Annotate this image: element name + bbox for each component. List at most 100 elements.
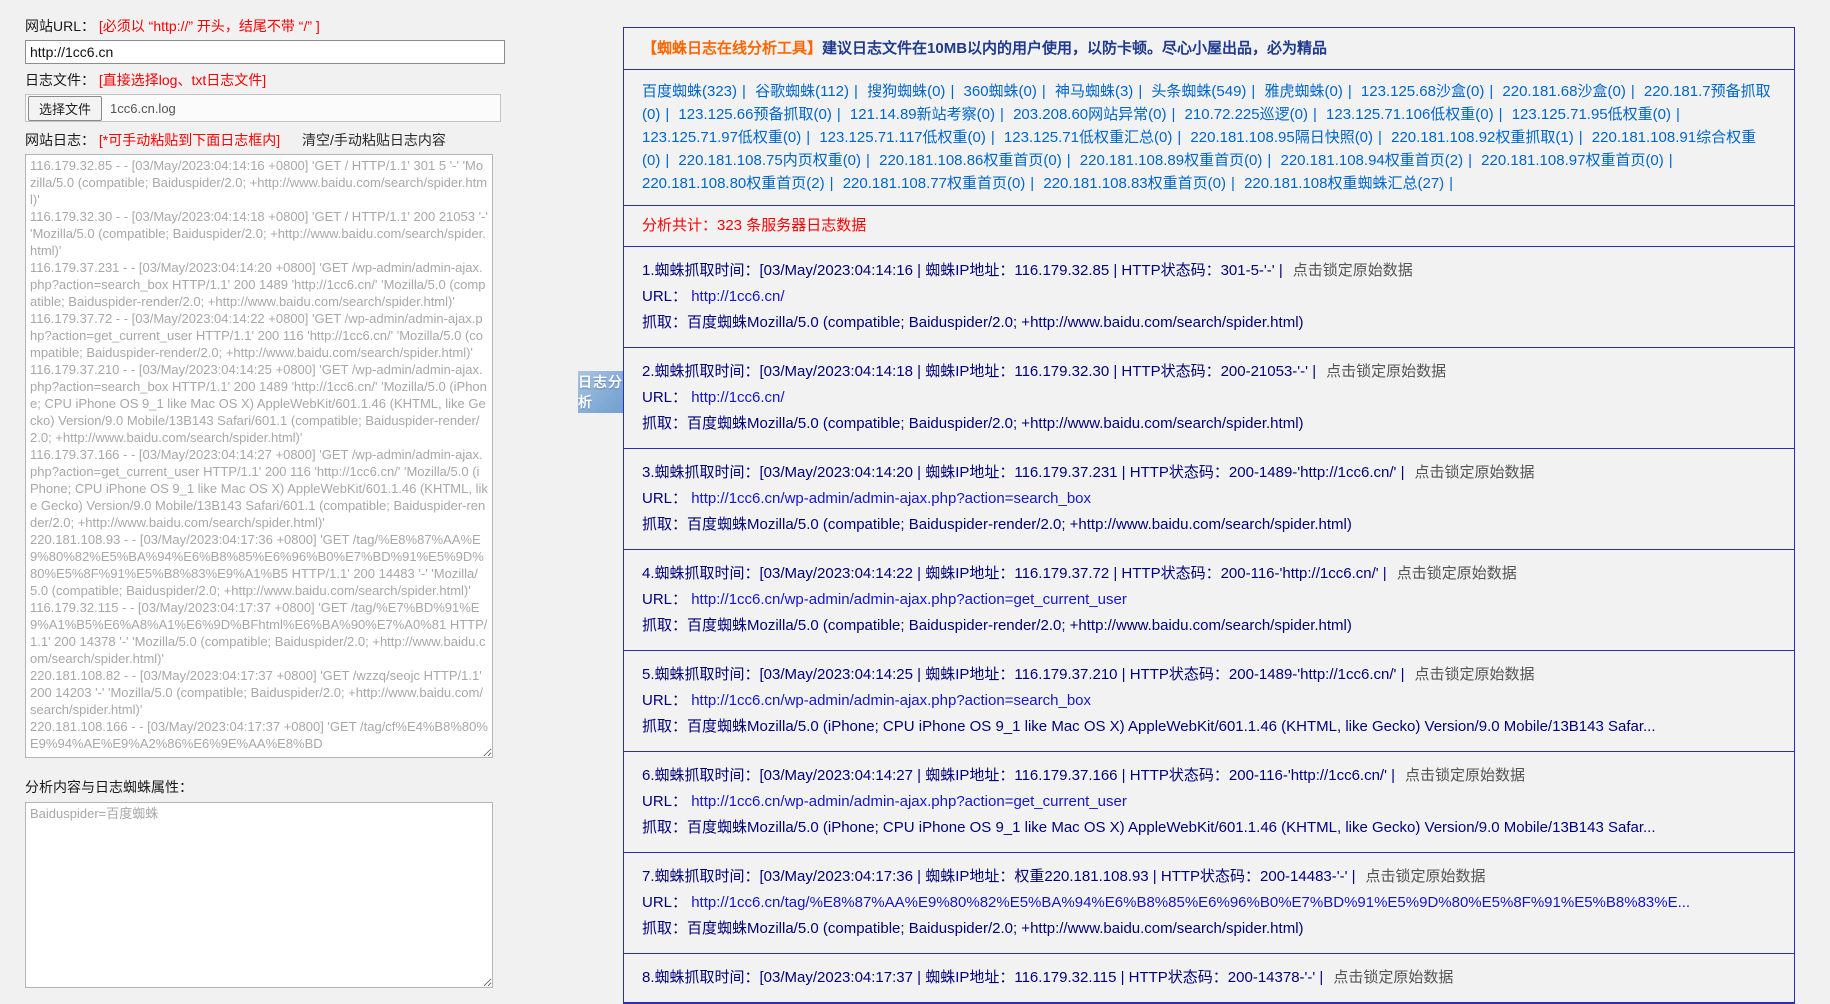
entry-url-label: URL：: [642, 288, 687, 305]
spider-stat-link[interactable]: 123.125.71.117低权重(0): [819, 129, 986, 146]
stat-separator: |: [742, 83, 746, 100]
entry-url-link[interactable]: http://1cc6.cn/wp-admin/admin-ajax.php?a…: [691, 793, 1127, 810]
spider-stat-link[interactable]: 121.14.89新站考察(0): [850, 106, 995, 123]
spider-stat-link[interactable]: 雅虎蜘蛛(0): [1265, 83, 1343, 100]
entry-ua-line: 抓取：百度蜘蛛Mozilla/5.0 (iPhone; CPU iPhone O…: [642, 815, 1776, 841]
spider-stat-item: 神马蜘蛛(3)|: [1055, 83, 1147, 100]
log-content-textarea[interactable]: 116.179.32.85 - - [03/May/2023:04:14:16 …: [25, 154, 493, 758]
spider-stat-link[interactable]: 123.125.68沙盒(0): [1361, 83, 1484, 100]
lock-raw-data-link[interactable]: 点击锁定原始数据: [1293, 262, 1413, 279]
spider-stat-item: 头条蜘蛛(549) |: [1151, 83, 1260, 100]
tool-title-text: 建议日志文件在10MB以内的用户使用，以防卡顿。尽心小屋出品，必为精品: [822, 40, 1327, 57]
stat-separator: |: [1251, 83, 1255, 100]
stat-separator: |: [837, 106, 841, 123]
lock-raw-data-link[interactable]: 点击锁定原始数据: [1366, 868, 1486, 885]
stat-separator: |: [1348, 83, 1352, 100]
spider-stat-link[interactable]: 220.181.108.89权重首页(0): [1080, 152, 1263, 169]
stat-separator: |: [1378, 129, 1382, 146]
spider-stat-link[interactable]: 220.181.108.80权重首页(2): [642, 175, 825, 192]
entry-url-link[interactable]: http://1cc6.cn/wp-admin/admin-ajax.php?a…: [691, 591, 1127, 608]
entry-url-label: URL：: [642, 894, 687, 911]
entry-ua-line: 抓取：百度蜘蛛Mozilla/5.0 (compatible; Baiduspi…: [642, 310, 1776, 336]
entry-header-line: 3.蜘蛛抓取时间：[03/May/2023:04:14:20 | 蜘蛛IP地址：…: [642, 460, 1776, 486]
entry-url-line: URL： http://1cc6.cn/tag/%E8%87%AA%E9%80%…: [642, 890, 1776, 916]
stat-separator: |: [806, 129, 810, 146]
entry-url-label: URL：: [642, 793, 687, 810]
entry-header-line: 6.蜘蛛抓取时间：[03/May/2023:04:14:27 | 蜘蛛IP地址：…: [642, 763, 1776, 789]
spider-stat-link[interactable]: 123.125.66预备抓取(0): [678, 106, 831, 123]
log-file-note: [直接选择log、txt日志文件]: [99, 72, 266, 88]
lock-raw-data-link[interactable]: 点击锁定原始数据: [1397, 565, 1517, 582]
website-url-label-row: 网站URL： [必须以 “http://” 开头，结尾不带 “/” ]: [25, 16, 497, 36]
spider-stat-link[interactable]: 220.181.108.83权重首页(0): [1043, 175, 1226, 192]
spider-stat-item: 360蜘蛛(0)|: [964, 83, 1051, 100]
log-entry: 6.蜘蛛抓取时间：[03/May/2023:04:14:27 | 蜘蛛IP地址：…: [624, 752, 1794, 853]
spider-stat-link[interactable]: 123.125.71.97低权重(0): [642, 129, 801, 146]
lock-raw-data-link[interactable]: 点击锁定原始数据: [1414, 464, 1534, 481]
lock-raw-data-link[interactable]: 点击锁定原始数据: [1414, 666, 1534, 683]
stat-separator: |: [1030, 175, 1034, 192]
log-entry: 7.蜘蛛抓取时间：[03/May/2023:04:17:36 | 蜘蛛IP地址：…: [624, 853, 1794, 954]
spider-stat-item: 220.181.108.94权重首页(2)|: [1280, 152, 1477, 169]
spider-stat-item: 123.125.71.117低权重(0)|: [819, 129, 999, 146]
spider-stat-link[interactable]: 神马蜘蛛(3): [1055, 83, 1133, 100]
entry-url-link[interactable]: http://1cc6.cn/wp-admin/admin-ajax.php?a…: [691, 490, 1091, 507]
spider-stat-link[interactable]: 220.181.108.92权重抓取(1): [1391, 129, 1574, 146]
entry-ua-line: 抓取：百度蜘蛛Mozilla/5.0 (compatible; Baiduspi…: [642, 613, 1776, 639]
website-url-input[interactable]: [25, 40, 505, 64]
entry-header-text: 2.蜘蛛抓取时间：[03/May/2023:04:14:18 | 蜘蛛IP地址：…: [642, 363, 1316, 380]
spider-stat-item: 123.125.68沙盒(0)|: [1361, 83, 1498, 100]
spider-stat-link[interactable]: 220.181.108.94权重首页(2): [1280, 152, 1463, 169]
spider-stat-link[interactable]: 123.125.71.106低权重(0): [1326, 106, 1494, 123]
spider-stat-item: 220.181.108.89权重首页(0)|: [1080, 152, 1277, 169]
spider-stat-link[interactable]: 123.125.71.95低权重(0): [1512, 106, 1671, 123]
stat-separator: |: [1669, 152, 1673, 169]
spider-stat-link[interactable]: 220.181.108.97权重首页(0): [1481, 152, 1664, 169]
spider-stat-link[interactable]: 百度蜘蛛(323): [642, 83, 737, 100]
file-picker[interactable]: 选择文件 1cc6.cn.log: [25, 94, 501, 122]
analysis-summary: 分析共计：323 条服务器日志数据: [624, 206, 1794, 247]
spider-stat-link[interactable]: 360蜘蛛(0): [964, 83, 1037, 100]
lock-raw-data-link[interactable]: 点击锁定原始数据: [1405, 767, 1525, 784]
choose-file-button[interactable]: 选择文件: [28, 96, 102, 121]
clear-paste-link[interactable]: 清空/手动粘贴日志内容: [302, 132, 446, 148]
entry-url-link[interactable]: http://1cc6.cn/: [691, 288, 784, 305]
spider-attr-label: 分析内容与日志蜘蛛属性：: [25, 777, 497, 797]
website-log-label: 网站日志：: [25, 132, 95, 148]
log-entry: 4.蜘蛛抓取时间：[03/May/2023:04:14:22 | 蜘蛛IP地址：…: [624, 550, 1794, 651]
entry-url-line: URL： http://1cc6.cn/wp-admin/admin-ajax.…: [642, 587, 1776, 613]
spider-stat-link[interactable]: 头条蜘蛛(549): [1151, 83, 1246, 100]
lock-raw-data-link[interactable]: 点击锁定原始数据: [1326, 363, 1446, 380]
spider-stat-link[interactable]: 220.181.108权重蜘蛛汇总(27): [1244, 175, 1444, 192]
spider-stat-item: 百度蜘蛛(323) |: [642, 83, 751, 100]
spider-stat-item: 220.181.108.80权重首页(2)|: [642, 175, 839, 192]
log-entry-list: 1.蜘蛛抓取时间：[03/May/2023:04:14:16 | 蜘蛛IP地址：…: [624, 247, 1794, 1003]
chosen-file-name: 1cc6.cn.log: [110, 101, 176, 116]
stat-separator: |: [854, 83, 858, 100]
spider-stat-item: 搜狗蜘蛛(0)|: [867, 83, 959, 100]
entry-header-line: 1.蜘蛛抓取时间：[03/May/2023:04:14:16 | 蜘蛛IP地址：…: [642, 258, 1776, 284]
spider-stat-item: 123.125.66预备抓取(0) |: [678, 106, 845, 123]
panel-title: 【蜘蛛日志在线分析工具】建议日志文件在10MB以内的用户使用，以防卡顿。尽心小屋…: [624, 28, 1794, 70]
spider-stat-link[interactable]: 220.181.108.75内页权重(0): [678, 152, 861, 169]
spider-stat-item: 123.125.71.95低权重(0)|: [1512, 106, 1685, 123]
spider-stat-link[interactable]: 谷歌蜘蛛(112): [755, 83, 849, 100]
spider-stat-link[interactable]: 220.181.108.86权重首页(0): [879, 152, 1062, 169]
spider-stat-item: 123.125.71低权重汇总(0)|: [1004, 129, 1186, 146]
spider-stat-link[interactable]: 220.181.68沙盒(0): [1502, 83, 1625, 100]
entry-url-link[interactable]: http://1cc6.cn/tag/%E8%87%AA%E9%80%82%E5…: [691, 894, 1690, 911]
stat-separator: |: [866, 152, 870, 169]
spider-stat-link[interactable]: 203.208.60网站异常(0): [1013, 106, 1166, 123]
entry-header-line: 8.蜘蛛抓取时间：[03/May/2023:04:17:37 | 蜘蛛IP地址：…: [642, 965, 1776, 991]
spider-stat-item: 203.208.60网站异常(0)|: [1013, 106, 1180, 123]
entry-url-link[interactable]: http://1cc6.cn/wp-admin/admin-ajax.php?a…: [691, 692, 1091, 709]
spider-attr-textarea[interactable]: Baiduspider=百度蜘蛛: [25, 802, 493, 988]
spider-stat-link[interactable]: 210.72.225巡逻(0): [1185, 106, 1308, 123]
spider-stat-link[interactable]: 220.181.108.95隔日快照(0): [1190, 129, 1373, 146]
entry-url-link[interactable]: http://1cc6.cn/: [691, 389, 784, 406]
spider-stat-link[interactable]: 123.125.71低权重汇总(0): [1004, 129, 1172, 146]
entry-ua-line: 抓取：百度蜘蛛Mozilla/5.0 (iPhone; CPU iPhone O…: [642, 714, 1776, 740]
spider-stat-link[interactable]: 220.181.108.77权重首页(0): [843, 175, 1026, 192]
spider-stat-link[interactable]: 搜狗蜘蛛(0): [867, 83, 945, 100]
lock-raw-data-link[interactable]: 点击锁定原始数据: [1333, 969, 1453, 986]
